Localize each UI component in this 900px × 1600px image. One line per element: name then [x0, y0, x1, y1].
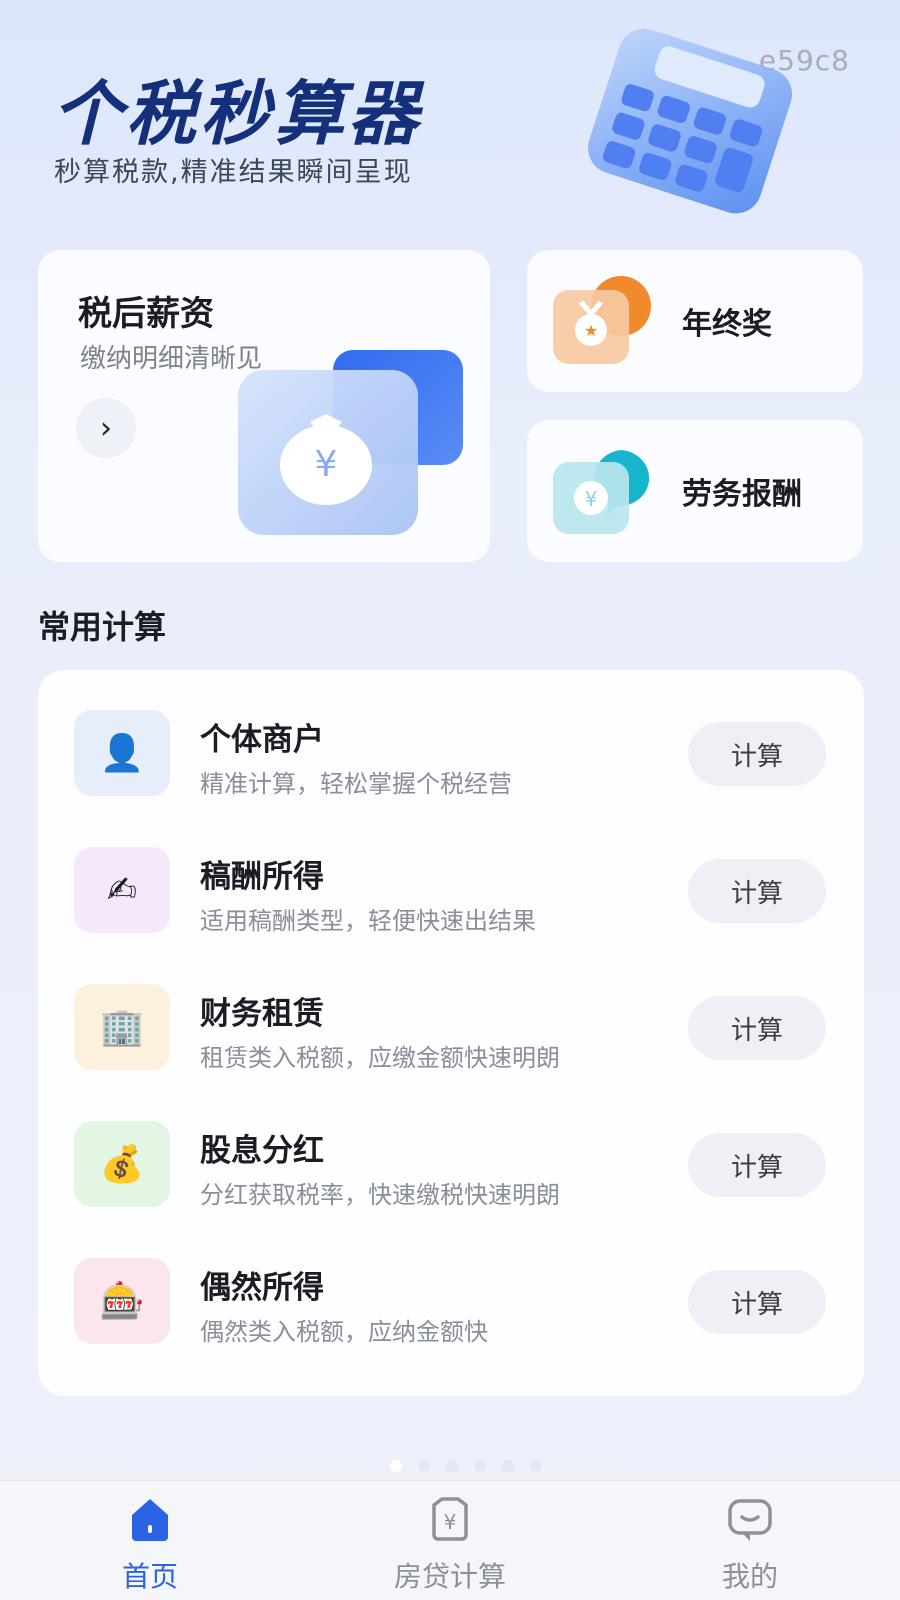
salary-card-subtitle: 缴纳明细清晰见	[80, 344, 263, 374]
bottom-tab-bar: 首页 ¥ 房贷计算 我的	[0, 1480, 900, 1600]
chevron-right-icon[interactable]: ›	[76, 398, 136, 458]
svg-text:¥: ¥	[585, 487, 598, 511]
tab-label: 我的	[721, 1560, 778, 1593]
page-indicator	[390, 1460, 542, 1472]
slot-machine-icon: 🎰	[74, 1258, 170, 1344]
page-dot	[502, 1460, 514, 1472]
office-building-icon: 🏢	[74, 984, 170, 1070]
list-item-title: 稿酬所得	[200, 859, 324, 895]
labor-card-label: 劳务报酬	[682, 477, 802, 512]
list-item-desc: 分红获取税率，快速缴税快速明朗	[200, 1181, 560, 1209]
person-icon: 👤	[74, 710, 170, 796]
common-calc-list: 👤 个体商户 精准计算，轻松掌握个税经营 计算 ✍ 稿酬所得 适用稿酬类型，轻便…	[38, 670, 864, 1396]
calculator-icon	[587, 28, 793, 214]
list-item-incidental-income[interactable]: 🎰 偶然所得 偶然类入税额，应纳金额快 计算	[38, 1218, 864, 1346]
svg-text:¥: ¥	[444, 1510, 457, 1534]
salary-card-title: 税后薪资	[78, 294, 214, 334]
list-item-desc: 偶然类入税额，应纳金额快	[200, 1318, 488, 1346]
labor-remuneration-card[interactable]: ¥ 劳务报酬	[527, 420, 863, 562]
calculate-button[interactable]: 计算	[688, 1270, 826, 1334]
writing-hand-icon: ✍	[74, 847, 170, 933]
list-item-title: 个体商户	[200, 722, 324, 758]
svg-text:¥: ¥	[315, 444, 338, 485]
list-item-desc: 适用稿酬类型，轻便快速出结果	[200, 907, 536, 935]
home-icon	[132, 1499, 168, 1541]
page-dot	[474, 1460, 486, 1472]
section-title: 常用计算	[38, 608, 167, 646]
list-item-desc: 租赁类入税额，应缴金额快速明朗	[200, 1044, 560, 1072]
yuan-shield-icon: ¥	[432, 1497, 468, 1541]
page-dot	[530, 1460, 542, 1472]
list-item-dividend[interactable]: 💰 股息分红 分红获取税率，快速缴税快速明朗 计算	[38, 1081, 864, 1209]
tab-label: 首页	[121, 1560, 178, 1593]
app-subtitle: 秒算税款,精准结果瞬间呈现	[54, 157, 413, 188]
page-dot	[446, 1460, 458, 1472]
after-tax-salary-card[interactable]: 税后薪资 缴纳明细清晰见 › ¥	[38, 250, 490, 562]
calculate-button[interactable]: 计算	[688, 996, 826, 1060]
list-item-financial-lease[interactable]: 🏢 财务租赁 租赁类入税额，应缴金额快速明朗 计算	[38, 944, 864, 1072]
list-item-title: 偶然所得	[200, 1270, 324, 1306]
list-item-desc: 精准计算，轻松掌握个税经营	[200, 770, 512, 798]
chat-smile-icon	[728, 1499, 772, 1541]
list-item-royalty-income[interactable]: ✍ 稿酬所得 适用稿酬类型，轻便快速出结果 计算	[38, 807, 864, 935]
calculate-button[interactable]: 计算	[688, 859, 826, 923]
money-bag-icon: ¥	[238, 350, 463, 535]
app-title: 个税秒算器	[52, 73, 422, 155]
money-bag-dollar-icon: 💰	[74, 1121, 170, 1207]
tab-profile[interactable]: 我的	[600, 1481, 900, 1600]
bonus-card-label: 年终奖	[682, 307, 772, 342]
calculate-button[interactable]: 计算	[688, 722, 826, 786]
page-dot	[418, 1460, 430, 1472]
page-dot	[390, 1460, 402, 1472]
year-end-bonus-card[interactable]: ★ 年终奖	[527, 250, 863, 392]
calculate-button[interactable]: 计算	[688, 1133, 826, 1197]
tab-label: 房贷计算	[393, 1560, 506, 1593]
tab-mortgage[interactable]: ¥ 房贷计算	[300, 1481, 600, 1600]
list-item-title: 财务租赁	[200, 996, 324, 1032]
tab-home[interactable]: 首页	[0, 1481, 300, 1600]
list-item-individual-business[interactable]: 👤 个体商户 精准计算，轻松掌握个税经营 计算	[38, 670, 864, 798]
medal-icon: ★	[553, 276, 651, 364]
svg-text:★: ★	[584, 321, 598, 340]
list-item-title: 股息分红	[200, 1133, 324, 1169]
yuan-coin-icon: ¥	[553, 450, 650, 534]
